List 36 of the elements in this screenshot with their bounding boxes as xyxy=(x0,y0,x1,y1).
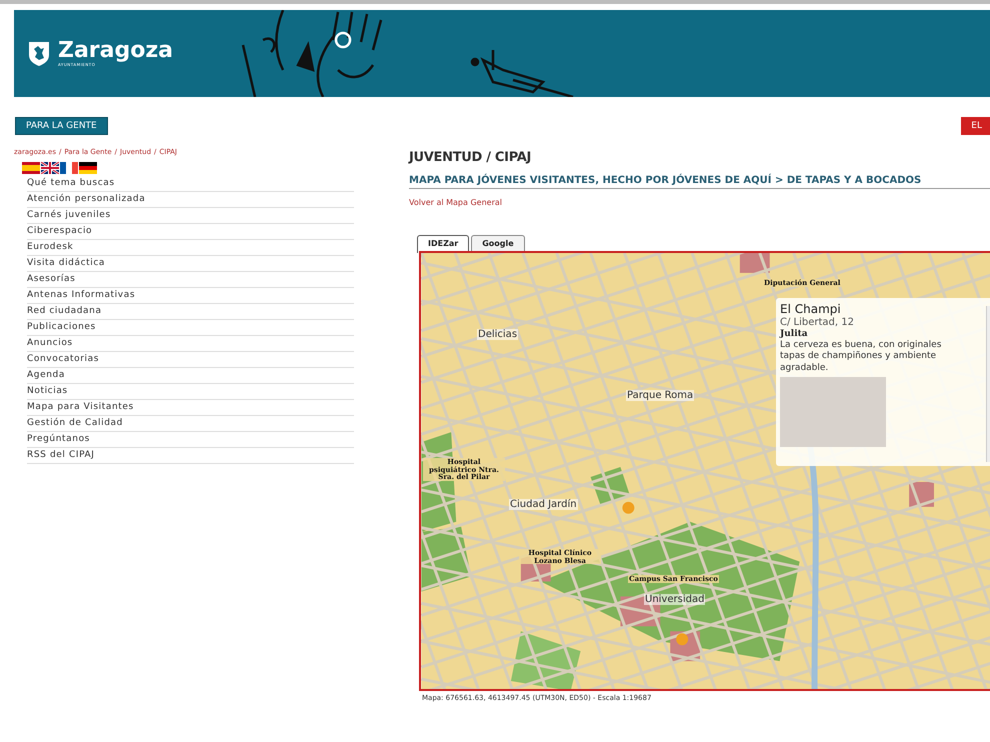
page-title: JUVENTUD / CIPAJ xyxy=(409,150,532,165)
sidebar-link[interactable]: RSS del CIPAJ xyxy=(27,448,354,464)
sidebar-link[interactable]: Visita didáctica xyxy=(27,256,354,272)
back-link[interactable]: Volver al Mapa General xyxy=(409,198,502,207)
sidebar-link[interactable]: Mapa para Visitantes xyxy=(27,400,354,416)
map-label: Parque Roma xyxy=(626,390,694,401)
sidebar-link[interactable]: Publicaciones xyxy=(27,320,354,336)
page-subtitle: MAPA PARA JÓVENES VISITANTES, HECHO POR JÓVENES DE AQUÍ > DE TAPAS Y A BOCADOS xyxy=(409,175,990,189)
sidebar-link[interactable]: Noticias xyxy=(27,384,354,400)
sidebar-link[interactable]: Ciberespacio xyxy=(27,224,354,240)
map-label: Ciudad Jardín xyxy=(509,499,578,510)
section-button[interactable]: EL xyxy=(961,117,990,135)
section-button[interactable]: PARA LA GENTE xyxy=(15,117,108,135)
logo-text: Zaragoza xyxy=(58,40,174,62)
sidebar-link[interactable]: Carnés juveniles xyxy=(27,208,354,224)
sidebar-link[interactable]: Anuncios xyxy=(27,336,354,352)
sidebar-link[interactable]: Pregúntanos xyxy=(27,432,354,448)
sidebar-link[interactable]: Atención personalizada xyxy=(27,192,354,208)
sidebar-link[interactable]: Convocatorias xyxy=(27,352,354,368)
flag-icon[interactable] xyxy=(60,162,78,174)
sidebar-link[interactable]: Agenda xyxy=(27,368,354,384)
author-name: Julita xyxy=(780,329,809,339)
map-label: Universidad xyxy=(644,594,706,605)
place-description: La cerveza es buena, con originales tapas de champiñones y ambiente agradable. xyxy=(780,340,942,374)
place-address: C/ Libertad, 12 xyxy=(780,317,855,328)
map-label: Delicias xyxy=(477,329,518,340)
sidebar-link[interactable]: Eurodesk xyxy=(27,240,354,256)
place-title: El Champi xyxy=(780,302,842,316)
sidebar-link[interactable]: Gestión de Calidad xyxy=(27,416,354,432)
shield-icon xyxy=(28,40,50,66)
flag-icon[interactable] xyxy=(41,162,59,174)
flag-icon[interactable] xyxy=(79,162,97,174)
sidebar-link[interactable]: Red ciudadana xyxy=(27,304,354,320)
sidebar-link[interactable]: Antenas Informativas xyxy=(27,288,354,304)
sidebar-link[interactable]: Asesorías xyxy=(27,272,354,288)
sidebar-link[interactable]: Qué tema buscas xyxy=(27,176,354,192)
